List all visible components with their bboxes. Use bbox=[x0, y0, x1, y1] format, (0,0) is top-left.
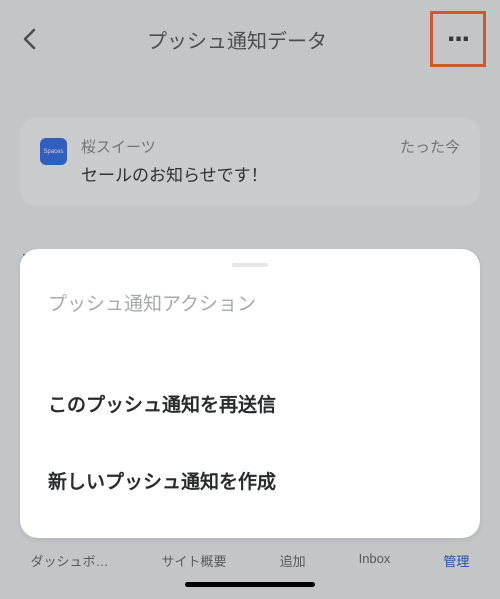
sheet-actions: このプッシュ通知を再送信 新しいプッシュ通知を作成 bbox=[48, 376, 452, 508]
action-sheet: プッシュ通知アクション このプッシュ通知を再送信 新しいプッシュ通知を作成 bbox=[20, 249, 480, 538]
sheet-title: プッシュ通知アクション bbox=[48, 289, 452, 316]
action-create-push[interactable]: 新しいプッシュ通知を作成 bbox=[48, 453, 452, 508]
sheet-drag-handle[interactable] bbox=[232, 263, 268, 267]
action-resend-push[interactable]: このプッシュ通知を再送信 bbox=[48, 376, 452, 431]
